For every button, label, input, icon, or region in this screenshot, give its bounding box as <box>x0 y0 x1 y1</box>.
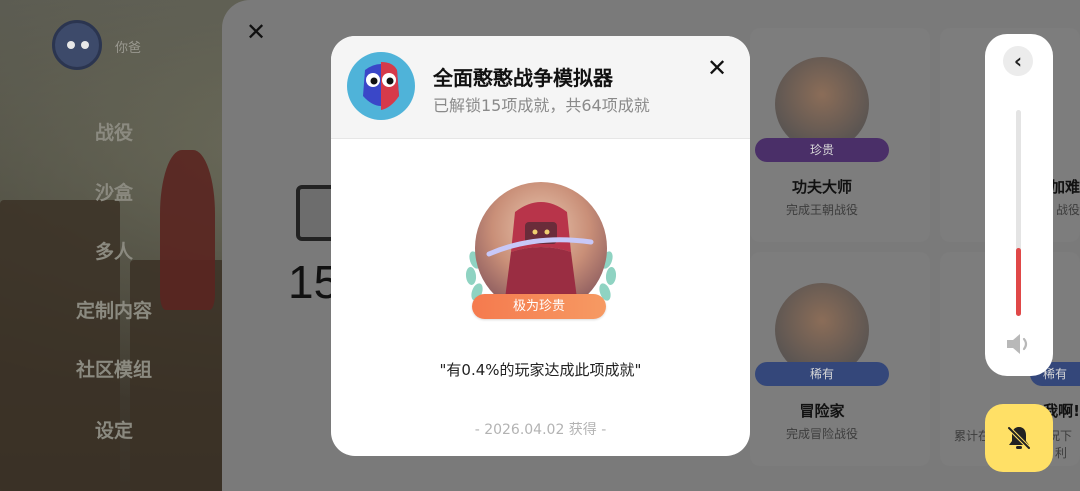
achievement-rarity-stat: "有0.4%的玩家达成此项成就" <box>439 361 642 379</box>
panel-close-icon[interactable]: ✕ <box>244 20 268 44</box>
profile-name: 你爸 <box>115 41 142 56</box>
chevron-left-icon[interactable]: ‹ <box>1003 46 1033 76</box>
menu-item-campaign[interactable]: 战役 <box>34 118 194 145</box>
achievement-name: 冒险家 <box>799 402 845 420</box>
achievement-icon <box>775 57 869 151</box>
volume-slider[interactable] <box>1016 110 1021 316</box>
achievement-desc: 利 <box>1055 446 1068 460</box>
menu-item-community-mods[interactable]: 社区模组 <box>34 355 194 382</box>
volume-panel: ‹ <box>985 34 1053 376</box>
rarity-badge: 稀有 <box>755 362 889 386</box>
menu-item-custom-content[interactable]: 定制内容 <box>34 296 194 323</box>
close-icon[interactable]: ✕ <box>705 56 729 80</box>
achievement-badge: 极为珍贵 <box>463 180 619 322</box>
bell-off-icon <box>1007 426 1031 450</box>
modal-header: 全面憨憨战争模拟器 已解锁15项成就，共64项成就 ✕ <box>331 36 750 139</box>
menu-item-settings[interactable]: 设定 <box>34 416 194 443</box>
speaker-icon[interactable] <box>1005 332 1033 356</box>
rarity-badge: 极为珍贵 <box>472 294 606 319</box>
achievement-desc: 完成王朝战役 <box>785 203 858 217</box>
earned-date: - 2026.04.02 获得 - <box>474 422 607 438</box>
menu-item-multiplayer[interactable]: 多人 <box>34 237 194 264</box>
achievement-desc: 完成冒险战役 <box>785 427 858 441</box>
achievement-name: 功夫大师 <box>791 178 852 196</box>
achievement-progress: 已解锁15项成就，共64项成就 <box>433 96 650 115</box>
volume-level <box>1016 248 1021 316</box>
profile-avatar[interactable] <box>52 20 102 70</box>
game-title: 全面憨憨战争模拟器 <box>433 66 613 90</box>
rarity-badge: 珍贵 <box>755 138 889 162</box>
menu-item-sandbox[interactable]: 沙盒 <box>34 178 194 205</box>
game-icon <box>347 52 415 120</box>
mute-notifications-button[interactable] <box>985 404 1053 472</box>
main-menu: 你爸 战役 沙盒 多人 定制内容 社区模组 设定 <box>0 0 230 491</box>
achievement-detail-modal: 全面憨憨战争模拟器 已解锁15项成就，共64项成就 ✕ 极为珍贵 "有0.4%的… <box>331 36 750 456</box>
